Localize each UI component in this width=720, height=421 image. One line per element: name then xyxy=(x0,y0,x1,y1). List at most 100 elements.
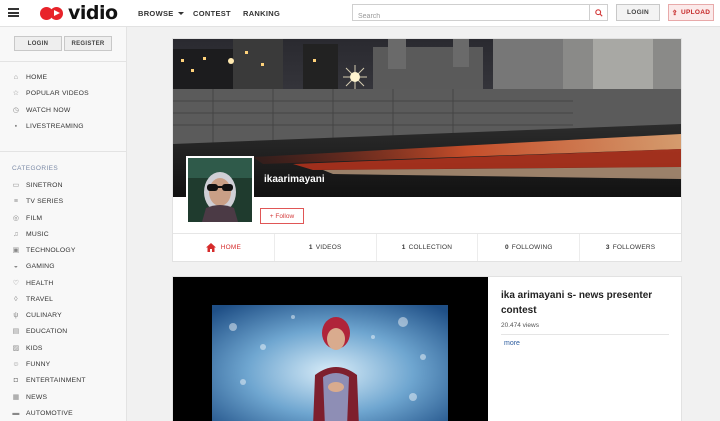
video-views: 20.474 views xyxy=(501,322,539,329)
profile-avatar[interactable] xyxy=(186,156,254,224)
nav-browse-label: BROWSE xyxy=(138,8,174,18)
sidebar-item-music[interactable]: ♫ MUSIC xyxy=(12,228,49,240)
search-box xyxy=(352,4,608,24)
sidebar-item-education[interactable]: ▤ EDUCATION xyxy=(12,325,68,337)
nav-ranking[interactable]: RANKING xyxy=(243,0,280,26)
search-icon xyxy=(594,8,603,17)
tab-followers[interactable]: 3 FOLLOWERS xyxy=(580,234,681,261)
search-button[interactable] xyxy=(589,5,607,20)
tab-following[interactable]: 0 FOLLOWING xyxy=(478,234,581,261)
video-player[interactable] xyxy=(173,277,488,421)
sidebar-item-health[interactable]: ♡ HEALTH xyxy=(12,277,54,289)
sidebar-item-sinetron[interactable]: ▭ SINETRON xyxy=(12,179,63,191)
sidebar-item-label: KIDS xyxy=(26,344,43,352)
video-title[interactable]: ika arimayani s- news presenter contest xyxy=(501,288,671,318)
home-icon: ⌂ xyxy=(13,73,19,81)
sidebar-item-funny[interactable]: ☺ FUNNY xyxy=(12,358,50,370)
sidebar-item-label: WATCH NOW xyxy=(26,106,71,114)
tab-home-label: HOME xyxy=(220,244,242,251)
heart-icon: ♡ xyxy=(12,280,20,287)
chip-icon: ▣ xyxy=(12,247,20,254)
music-icon: ♫ xyxy=(13,230,19,238)
tv-icon: ▭ xyxy=(12,182,20,189)
sidebar-item-livestreaming[interactable]: ▪ LIVESTREAMING xyxy=(12,120,84,132)
upload-icon: ⇪ xyxy=(671,9,678,17)
avatar-image xyxy=(188,158,252,222)
videos-label: VIDEOS xyxy=(315,244,342,251)
clock-icon: ◷ xyxy=(12,107,20,114)
tab-collection[interactable]: 1 COLLECTION xyxy=(377,234,479,261)
sidebar-item-tv-series[interactable]: ≡ TV SERIES xyxy=(12,195,63,207)
book-icon: ▤ xyxy=(12,328,20,335)
upload-label: UPLOAD xyxy=(680,9,711,16)
collection-label: COLLECTION xyxy=(408,244,453,251)
collection-count: 1 xyxy=(401,244,406,251)
sidebar-item-label: LIVESTREAMING xyxy=(26,122,84,130)
sidebar-item-travel[interactable]: ◊ TRAVEL xyxy=(12,293,53,305)
categories-title: CATEGORIES xyxy=(12,165,59,172)
home-icon xyxy=(205,243,216,252)
following-count: 0 xyxy=(504,244,509,251)
sidebar-item-label: FUNNY xyxy=(26,360,51,368)
sidebar-item-news[interactable]: ▦ NEWS xyxy=(12,391,47,403)
sidebar-item-label: ENTERTAINMENT xyxy=(26,376,86,384)
sidebar-auth: LOGIN REGISTER xyxy=(14,36,112,51)
login-button[interactable]: LOGIN xyxy=(616,4,660,21)
more-link[interactable]: more xyxy=(504,340,520,347)
sidebar-item-label: POPULAR VIDEOS xyxy=(26,89,89,97)
sidebar-item-home[interactable]: ⌂ HOME xyxy=(12,71,47,83)
sidebar: LOGIN REGISTER ⌂ HOME ☆ POPULAR VIDEOS ◷ WA… xyxy=(0,27,127,421)
tab-home[interactable]: HOME xyxy=(173,234,275,261)
video-card: ika arimayani s- news presenter contest … xyxy=(172,276,682,421)
sidebar-item-kids[interactable]: ▨ KIDS xyxy=(12,342,43,354)
sidebar-item-label: TECHNOLOGY xyxy=(26,246,76,254)
sidebar-item-label: SINETRON xyxy=(26,181,63,189)
hamburger-menu-icon[interactable] xyxy=(8,8,19,17)
news-icon: ▦ xyxy=(12,394,20,401)
kids-icon: ▨ xyxy=(12,345,20,352)
fork-icon: ψ xyxy=(13,311,19,319)
sidebar-item-label: NEWS xyxy=(26,393,48,401)
sidebar-item-label: CULINARY xyxy=(26,311,62,319)
videos-count: 1 xyxy=(308,244,313,251)
sidebar-item-label: MUSIC xyxy=(26,230,49,238)
followers-label: FOLLOWERS xyxy=(612,244,656,251)
sidebar-item-technology[interactable]: ▣ TECHNOLOGY xyxy=(12,244,76,256)
profile-card: ikaarimayani + Follow HOME 1 VIDEOS 1 COLL… xyxy=(172,38,682,262)
sidebar-item-popular-videos[interactable]: ☆ POPULAR VIDEOS xyxy=(12,87,89,99)
logo-text: vidio xyxy=(68,2,118,24)
camera-icon: ▪ xyxy=(14,122,18,130)
sidebar-item-entertainment[interactable]: ◘ ENTERTAINMENT xyxy=(12,374,86,386)
sidebar-item-label: EDUCATION xyxy=(26,327,68,335)
sidebar-item-gaming[interactable]: ◒ GAMING xyxy=(12,260,55,272)
search-input[interactable] xyxy=(353,9,589,24)
list-icon: ≡ xyxy=(13,197,19,205)
sidebar-item-watch-now[interactable]: ◷ WATCH NOW xyxy=(12,104,70,116)
chevron-down-icon xyxy=(177,11,184,15)
follow-button[interactable]: + Follow xyxy=(260,208,304,224)
star-icon: ☆ xyxy=(12,90,20,97)
tab-videos[interactable]: 1 VIDEOS xyxy=(275,234,377,261)
gamepad-icon: ◒ xyxy=(13,262,19,270)
sidebar-item-culinary[interactable]: ψ CULINARY xyxy=(12,309,62,321)
ticket-icon: ◘ xyxy=(13,376,19,384)
following-label: FOLLOWING xyxy=(511,244,553,251)
video-thumbnail xyxy=(173,277,488,421)
sidebar-item-automotive[interactable]: ▬ AUTOMOTIVE xyxy=(12,407,73,419)
sidebar-item-label: TRAVEL xyxy=(26,295,54,303)
vidio-logo[interactable]: vidio xyxy=(40,2,118,24)
sidebar-item-film[interactable]: ◎ FILM xyxy=(12,212,42,224)
film-icon: ◎ xyxy=(12,215,20,222)
top-bar: vidio BROWSE CONTEST RANKING LOGIN ⇪UPLO… xyxy=(0,0,720,27)
sidebar-item-label: HEALTH xyxy=(26,279,54,287)
divider xyxy=(0,61,127,62)
sidebar-item-label: HOME xyxy=(26,73,48,81)
smile-icon: ☺ xyxy=(12,360,20,368)
sidebar-login-button[interactable]: LOGIN xyxy=(14,36,62,51)
nav-browse[interactable]: BROWSE xyxy=(138,0,184,26)
sidebar-register-button[interactable]: REGISTER xyxy=(64,36,112,51)
car-icon: ▬ xyxy=(12,409,20,417)
nav-contest[interactable]: CONTEST xyxy=(193,0,231,26)
upload-button[interactable]: ⇪ UPLOAD xyxy=(668,4,714,21)
sidebar-item-label: TV SERIES xyxy=(26,197,64,205)
